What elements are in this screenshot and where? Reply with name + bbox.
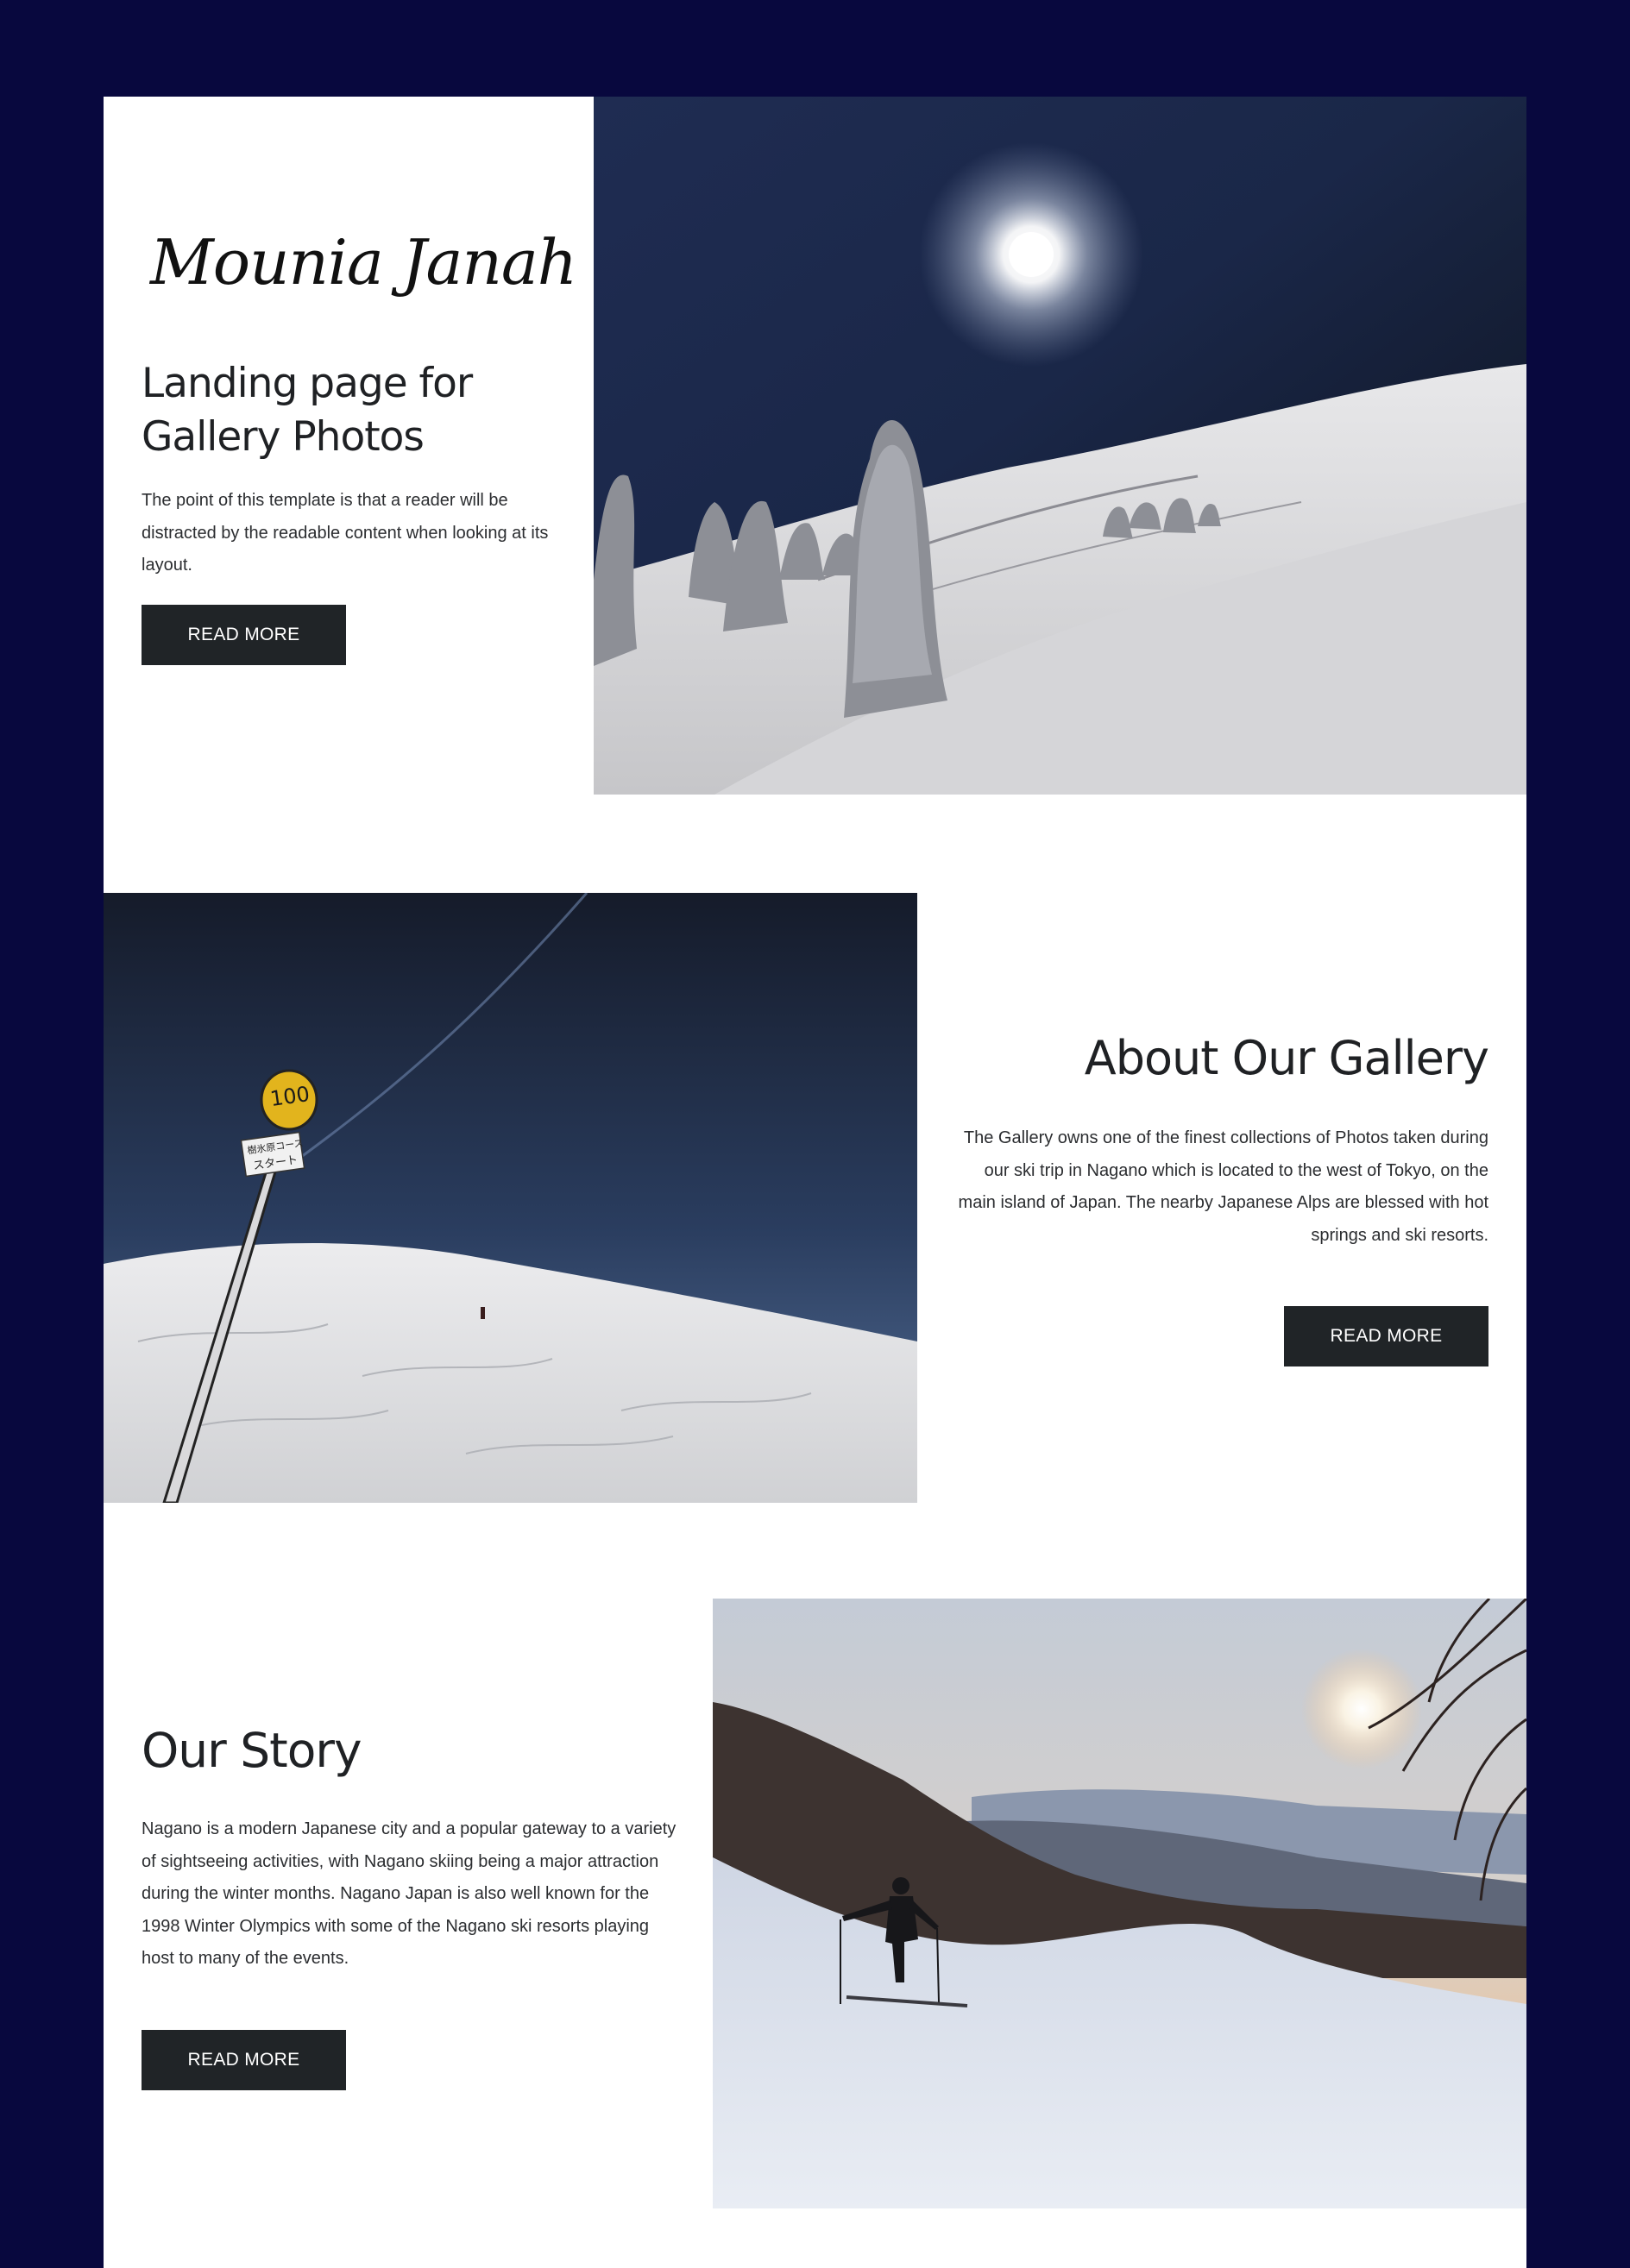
story-photo-skier-sunset [713,1599,1526,2208]
about-photo-ski-slope-sign: 100 樹氷原コース スタート [104,893,917,1503]
hero-photo-snow-monsters [594,97,1526,795]
about-read-more-button[interactable]: READ MORE [1284,1306,1488,1366]
hero-read-more-button[interactable]: READ MORE [142,605,346,665]
story-read-more-button[interactable]: READ MORE [142,2030,346,2090]
brand-logo[interactable]: Mounia Janah [150,226,577,298]
about-title: About Our Gallery [1084,1031,1489,1085]
story-title: Our Story [142,1723,362,1778]
hero-description: The point of this template is that a rea… [142,491,549,575]
story-description: Nagano is a modern Japanese city and a p… [142,1819,677,1968]
content-panel: Mounia Janah Landing page for Gallery Ph… [104,97,1526,2268]
hero-title: Landing page for Gallery Photos [142,360,473,461]
about-description: The Gallery owns one of the finest colle… [958,1128,1488,1245]
